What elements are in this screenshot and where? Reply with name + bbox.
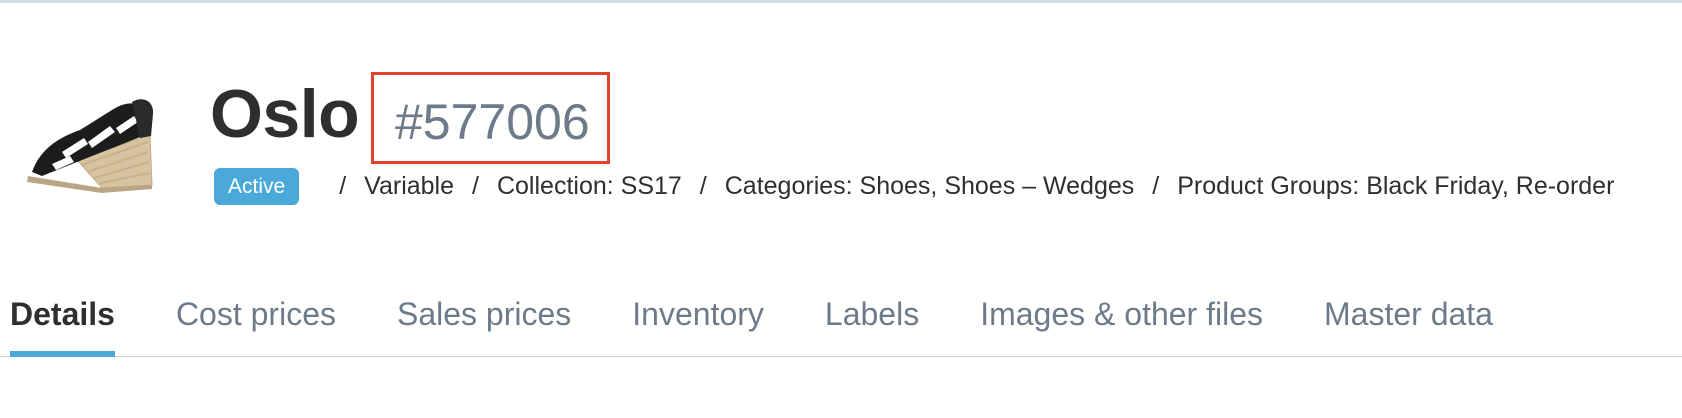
tab-labels[interactable]: Labels [825, 290, 919, 352]
meta-separator: / [1152, 172, 1160, 200]
tab-master-data[interactable]: Master data [1324, 290, 1493, 352]
tab-sales-prices[interactable]: Sales prices [397, 290, 571, 352]
product-header: Oslo #577006 Active / Variable / Collect… [0, 0, 1682, 250]
status-badge: Active [214, 168, 300, 205]
meta-categories: Categories: Shoes, Shoes – Wedges [724, 172, 1135, 200]
meta-product-groups: Product Groups: Black Friday, Re-order [1177, 172, 1615, 200]
meta-separator: / [339, 172, 347, 200]
tab-inventory[interactable]: Inventory [632, 290, 764, 352]
product-meta-breadcrumb: Active / Variable / Collection: SS17 / C… [214, 168, 1614, 205]
tab-details[interactable]: Details [10, 290, 115, 357]
meta-separator: / [472, 172, 479, 200]
product-tabs: Details Cost prices Sales prices Invento… [0, 290, 1682, 357]
meta-type: Variable [364, 172, 455, 200]
product-id: #577006 [395, 94, 590, 150]
meta-separator: / [699, 172, 707, 200]
tab-images-other-files[interactable]: Images & other files [980, 290, 1263, 352]
product-thumbnail[interactable] [22, 90, 156, 202]
tab-cost-prices[interactable]: Cost prices [176, 290, 336, 352]
product-name: Oslo [210, 76, 360, 152]
meta-collection: Collection: SS17 [496, 172, 682, 200]
